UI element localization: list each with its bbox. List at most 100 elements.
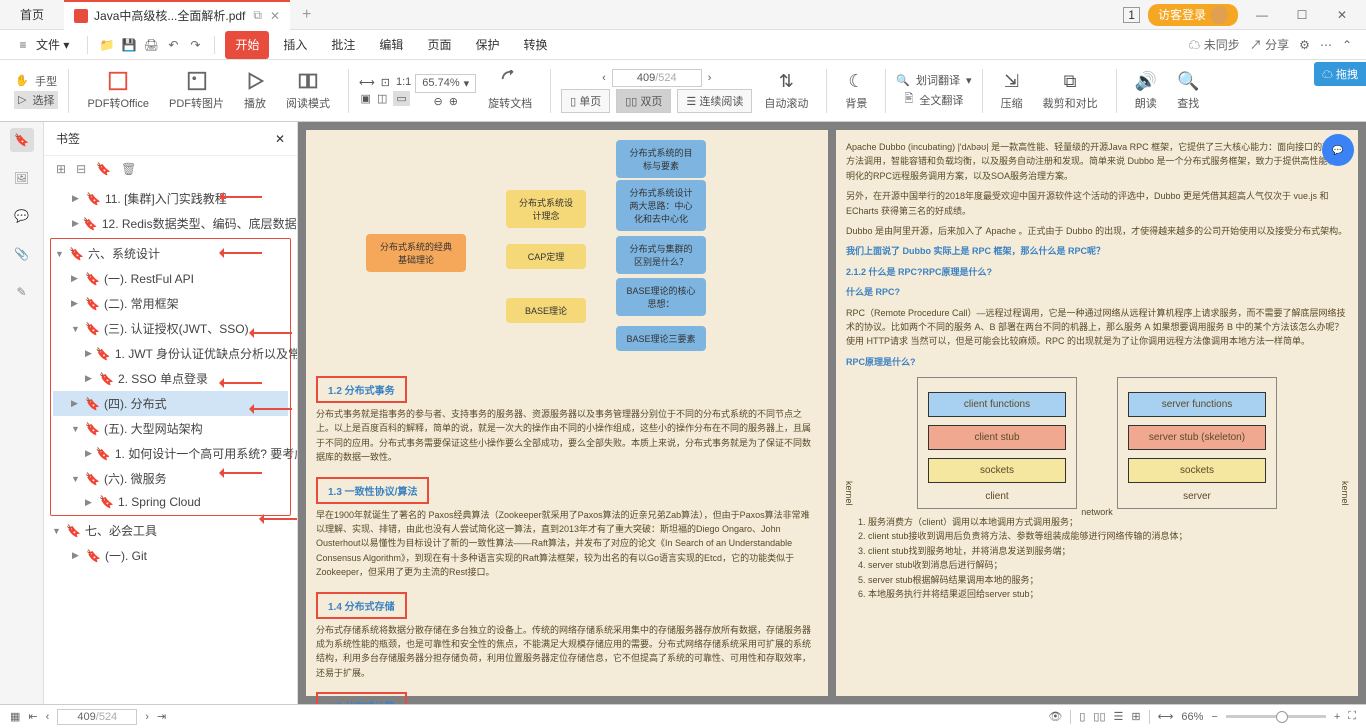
sb-fit-icon[interactable]: ⟷ bbox=[1158, 710, 1174, 723]
sb-view-2-icon[interactable]: ▯▯ bbox=[1093, 710, 1105, 723]
assistant-icon[interactable]: 💬 bbox=[1322, 134, 1354, 166]
zoom-level[interactable]: 65.74% ▾ bbox=[415, 74, 476, 93]
zoom-mode-2-icon[interactable]: ◫ bbox=[377, 92, 387, 105]
bookmark-item[interactable]: ▼🔖(五). 大型网站架构 bbox=[53, 416, 288, 441]
zoom-mode-3-icon[interactable]: ▭ bbox=[393, 91, 409, 106]
close-icon[interactable]: ✕ bbox=[270, 9, 280, 23]
cloud-drag-button[interactable]: ☁ 拖拽 bbox=[1314, 62, 1366, 86]
bookmark-item[interactable]: ▼🔖(六). 微服务 bbox=[53, 466, 288, 491]
open-icon[interactable]: 📁 bbox=[98, 38, 116, 52]
crop-compare-button[interactable]: ⧉裁剪和对比 bbox=[1035, 67, 1106, 115]
bookmark-item[interactable]: ▶🔖12. Redis数据类型、编码、底层数据结构 bbox=[50, 211, 291, 236]
thumbnail-panel-icon[interactable]: 🖼 bbox=[10, 166, 34, 190]
select-tool[interactable]: ▷选择 bbox=[14, 91, 58, 109]
login-button[interactable]: 访客登录 bbox=[1148, 4, 1238, 26]
sb-zoom-in-icon[interactable]: + bbox=[1334, 711, 1340, 723]
sb-view-1-icon[interactable]: ▯ bbox=[1079, 710, 1085, 723]
select-translate-button[interactable]: 🔍 划词翻译 ▾ bbox=[896, 72, 971, 88]
bookmark-item[interactable]: ▶🔖(二). 常用框架 bbox=[53, 291, 288, 316]
hamburger-icon[interactable]: ≡ bbox=[14, 38, 32, 52]
pdf-to-office-button[interactable]: PDF转Office bbox=[79, 66, 157, 115]
menu-convert[interactable]: 转换 bbox=[513, 31, 557, 59]
zoom-in-icon[interactable]: ⊕ bbox=[449, 95, 458, 108]
continuous-button[interactable]: ☰ 连续阅读 bbox=[677, 89, 752, 113]
menu-edit[interactable]: 编辑 bbox=[369, 31, 413, 59]
share-button[interactable]: ↗ 分享 bbox=[1250, 36, 1289, 53]
more-icon[interactable]: ⋯ bbox=[1320, 38, 1332, 52]
sb-last-page-icon[interactable]: ⇥ bbox=[157, 710, 166, 723]
read-mode-button[interactable]: 阅读模式 bbox=[278, 66, 338, 115]
bookmark-item[interactable]: ▶🔖1. Spring Cloud bbox=[53, 491, 288, 513]
bookmark-item[interactable]: ▶🔖11. [集群]入门实践教程 bbox=[50, 186, 291, 211]
full-translate-button[interactable]: 🖹 全文翻译 bbox=[905, 90, 964, 109]
bookmark-item[interactable]: ▶🔖2. SSO 单点登录 bbox=[53, 366, 288, 391]
rotate-button[interactable]: 旋转文档 bbox=[480, 66, 540, 115]
double-page-button[interactable]: ▯▯ 双页 bbox=[616, 89, 671, 113]
attachment-panel-icon[interactable]: 📎 bbox=[10, 242, 34, 266]
fit-page-icon[interactable]: ⊡ bbox=[381, 76, 390, 89]
sb-page-input[interactable]: 409/524 bbox=[57, 709, 137, 725]
bookmark-item[interactable]: ▶🔖1. JWT 身份认证优缺点分析以及常见问题解决方案 bbox=[53, 341, 288, 366]
undo-icon[interactable]: ↶ bbox=[164, 38, 182, 52]
bookmark-item[interactable]: ▶🔖1. 如何设计一个高可用系统? 要考虑哪些地方? bbox=[53, 441, 288, 466]
prev-page-icon[interactable]: ‹ bbox=[602, 72, 606, 84]
sb-zoom-slider[interactable] bbox=[1226, 715, 1326, 718]
menu-annotate[interactable]: 批注 bbox=[321, 31, 365, 59]
sb-prev-page-icon[interactable]: ‹ bbox=[46, 711, 50, 723]
page-input[interactable]: 409/524 bbox=[612, 69, 702, 87]
print-icon[interactable]: 🖨 bbox=[142, 38, 160, 52]
autoscroll-button[interactable]: ⇅自动滚动 bbox=[756, 67, 816, 115]
sb-fullscreen-icon[interactable]: ⛶ bbox=[1348, 710, 1356, 723]
menu-page[interactable]: 页面 bbox=[417, 31, 461, 59]
zoom-mode-1-icon[interactable]: ▣ bbox=[361, 92, 371, 105]
fit-width-icon[interactable]: ⟷ bbox=[359, 76, 375, 89]
sb-view-4-icon[interactable]: ⊞ bbox=[1131, 710, 1140, 723]
comment-panel-icon[interactable]: 💬 bbox=[10, 204, 34, 228]
menu-start[interactable]: 开始 bbox=[225, 31, 269, 59]
hand-tool[interactable]: ✋手型 bbox=[15, 73, 57, 89]
sync-status[interactable]: ☁ 未同步 bbox=[1188, 36, 1239, 53]
play-button[interactable]: 播放 bbox=[236, 66, 274, 115]
single-page-button[interactable]: ▯ 单页 bbox=[561, 89, 610, 113]
sb-zoom-out-icon[interactable]: − bbox=[1211, 711, 1217, 723]
mind-l2-2: 分布式与集群的区别是什么？ bbox=[616, 236, 706, 274]
search-button[interactable]: 🔍查找 bbox=[1169, 67, 1207, 115]
bookmark-add-icon[interactable]: 🔖 bbox=[96, 162, 111, 176]
save-icon[interactable]: 💾 bbox=[120, 38, 138, 52]
close-panel-icon[interactable]: ✕ bbox=[275, 132, 285, 146]
bookmark-del-icon[interactable]: 🗑 bbox=[121, 162, 136, 176]
redo-icon[interactable]: ↷ bbox=[186, 38, 204, 52]
bookmark-panel-icon[interactable]: 🔖 bbox=[10, 128, 34, 152]
menu-protect[interactable]: 保护 bbox=[465, 31, 509, 59]
collapse-all-icon[interactable]: ⊟ bbox=[76, 162, 86, 176]
bookmark-item[interactable]: ▶🔖(一). RestFul API bbox=[53, 266, 288, 291]
maximize-icon[interactable]: ☐ bbox=[1286, 8, 1318, 22]
document-viewport[interactable]: 分布式系统的经典基础理论 分布式系统设计理念 CAP定理 BASE理论 分布式系… bbox=[298, 122, 1366, 704]
tab-pin-icon[interactable]: ⧉ bbox=[253, 8, 262, 23]
pdf-to-image-button[interactable]: PDF转图片 bbox=[161, 66, 232, 115]
actual-size-icon[interactable]: 1:1 bbox=[396, 76, 411, 88]
file-tab[interactable]: Java中高级核...全面解析.pdf ⧉ ✕ bbox=[64, 0, 290, 30]
sb-eye-icon[interactable]: 👁 bbox=[1048, 710, 1062, 723]
sb-thumbnails-icon[interactable]: ▦ bbox=[10, 710, 20, 723]
close-window-icon[interactable]: ✕ bbox=[1326, 8, 1358, 22]
background-button[interactable]: ☾背景 bbox=[837, 67, 875, 115]
new-tab-button[interactable]: + bbox=[290, 6, 323, 24]
file-menu[interactable]: 文件 ▾ bbox=[36, 36, 69, 53]
home-tab[interactable]: 首页 bbox=[0, 0, 64, 30]
menu-insert[interactable]: 插入 bbox=[273, 31, 317, 59]
sb-next-page-icon[interactable]: › bbox=[145, 711, 149, 723]
settings-icon[interactable]: ⚙ bbox=[1299, 38, 1310, 52]
collapse-icon[interactable]: ⌃ bbox=[1342, 38, 1352, 52]
annotation-arrow bbox=[222, 252, 262, 254]
read-aloud-button[interactable]: 🔊朗读 bbox=[1127, 67, 1165, 115]
minimize-icon[interactable]: — bbox=[1246, 8, 1278, 22]
sb-view-3-icon[interactable]: ☰ bbox=[1114, 710, 1124, 723]
sb-first-page-icon[interactable]: ⇤ bbox=[28, 710, 37, 723]
compress-button[interactable]: ⇲压缩 bbox=[993, 67, 1031, 115]
zoom-out-icon[interactable]: ⊖ bbox=[434, 95, 443, 108]
expand-all-icon[interactable]: ⊞ bbox=[56, 162, 66, 176]
next-page-icon[interactable]: › bbox=[708, 72, 712, 84]
bookmark-item[interactable]: ▶🔖(一). Git bbox=[50, 543, 291, 568]
signature-panel-icon[interactable]: ✎ bbox=[10, 280, 34, 304]
